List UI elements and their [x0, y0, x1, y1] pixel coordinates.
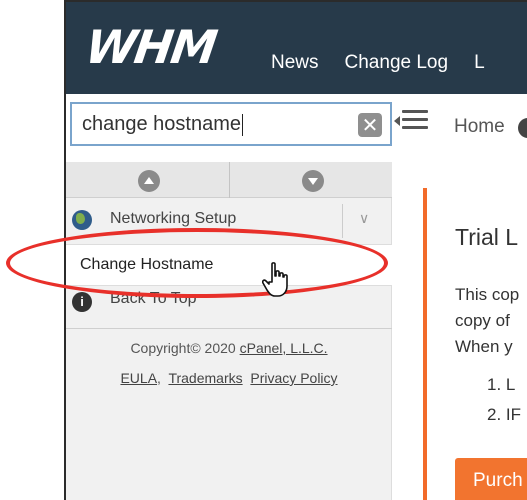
purchase-button[interactable]: Purch: [455, 458, 527, 500]
sidebar: Networking Setup ∨ Change Hostname i Bac…: [66, 162, 392, 500]
search-input-value: change hostname: [82, 113, 244, 136]
trial-license-text: This cop copy of When y: [455, 282, 519, 360]
nav-truncated[interactable]: L: [474, 52, 485, 74]
text-caret: [242, 113, 244, 136]
copyright-text: Copyright© 2020: [130, 340, 236, 356]
scroll-up-icon[interactable]: [138, 170, 160, 192]
nav-change-log[interactable]: Change Log: [345, 52, 449, 74]
main-content: Trial L This cop copy of When y 1. L 2. …: [393, 162, 527, 500]
trial-steps-list: 1. L 2. IF: [487, 370, 521, 430]
sidebar-item-label: Networking Setup: [110, 210, 237, 227]
list-item: 1. L: [487, 375, 516, 394]
sidebar-scroll-controls: [66, 162, 392, 198]
top-nav: News Change Log L: [271, 52, 485, 74]
alert-accent-bar: [423, 188, 427, 500]
breadcrumb-separator-icon: [518, 118, 527, 138]
globe-icon: [72, 210, 92, 230]
sidebar-item-networking-setup[interactable]: Networking Setup ∨: [66, 202, 392, 242]
chevron-down-icon: ∨: [359, 210, 370, 226]
text-line: When y: [455, 337, 513, 356]
trial-license-title: Trial L: [455, 224, 519, 250]
expand-toggle[interactable]: ∨: [342, 204, 390, 238]
search-row: change hostname ✕ Home: [66, 94, 527, 162]
search-input[interactable]: change hostname ✕: [70, 102, 392, 146]
search-text: change hostname: [82, 113, 242, 135]
cpanel-link[interactable]: cPanel, L.L.C.: [240, 340, 328, 356]
top-header: WHM News Change Log L: [66, 2, 527, 94]
trademarks-link[interactable]: Trademarks: [168, 370, 242, 386]
list-item: 2. IF: [487, 405, 522, 424]
whm-logo[interactable]: WHM: [82, 20, 219, 74]
scroll-down-icon[interactable]: [302, 170, 324, 192]
breadcrumb-home[interactable]: Home: [454, 116, 505, 138]
info-icon: i: [72, 292, 92, 312]
copyright-line: Copyright© 2020 cPanel, L.L.C.: [66, 340, 392, 356]
text-line: This cop: [455, 285, 520, 304]
sidebar-item-change-hostname[interactable]: Change Hostname: [66, 244, 392, 286]
sidebar-item-back-to-top[interactable]: i Back To Top: [66, 290, 392, 330]
divider: [229, 162, 230, 198]
app-window: WHM News Change Log L change hostname ✕ …: [64, 0, 527, 500]
clear-search-icon[interactable]: ✕: [358, 113, 382, 137]
footer-links: EULA, Trademarks Privacy Policy: [120, 370, 338, 386]
divider: [66, 328, 392, 329]
collapse-arrow-icon: [394, 116, 400, 126]
text-line: copy of: [455, 311, 510, 330]
sidebar-item-label: Change Hostname: [80, 256, 214, 273]
menu-toggle-icon[interactable]: [394, 110, 428, 132]
nav-news[interactable]: News: [271, 52, 319, 74]
privacy-policy-link[interactable]: Privacy Policy: [250, 370, 337, 386]
eula-link[interactable]: EULA: [120, 370, 157, 386]
hand-cursor-icon: [262, 262, 288, 297]
sidebar-item-label: Back To Top: [110, 290, 197, 307]
